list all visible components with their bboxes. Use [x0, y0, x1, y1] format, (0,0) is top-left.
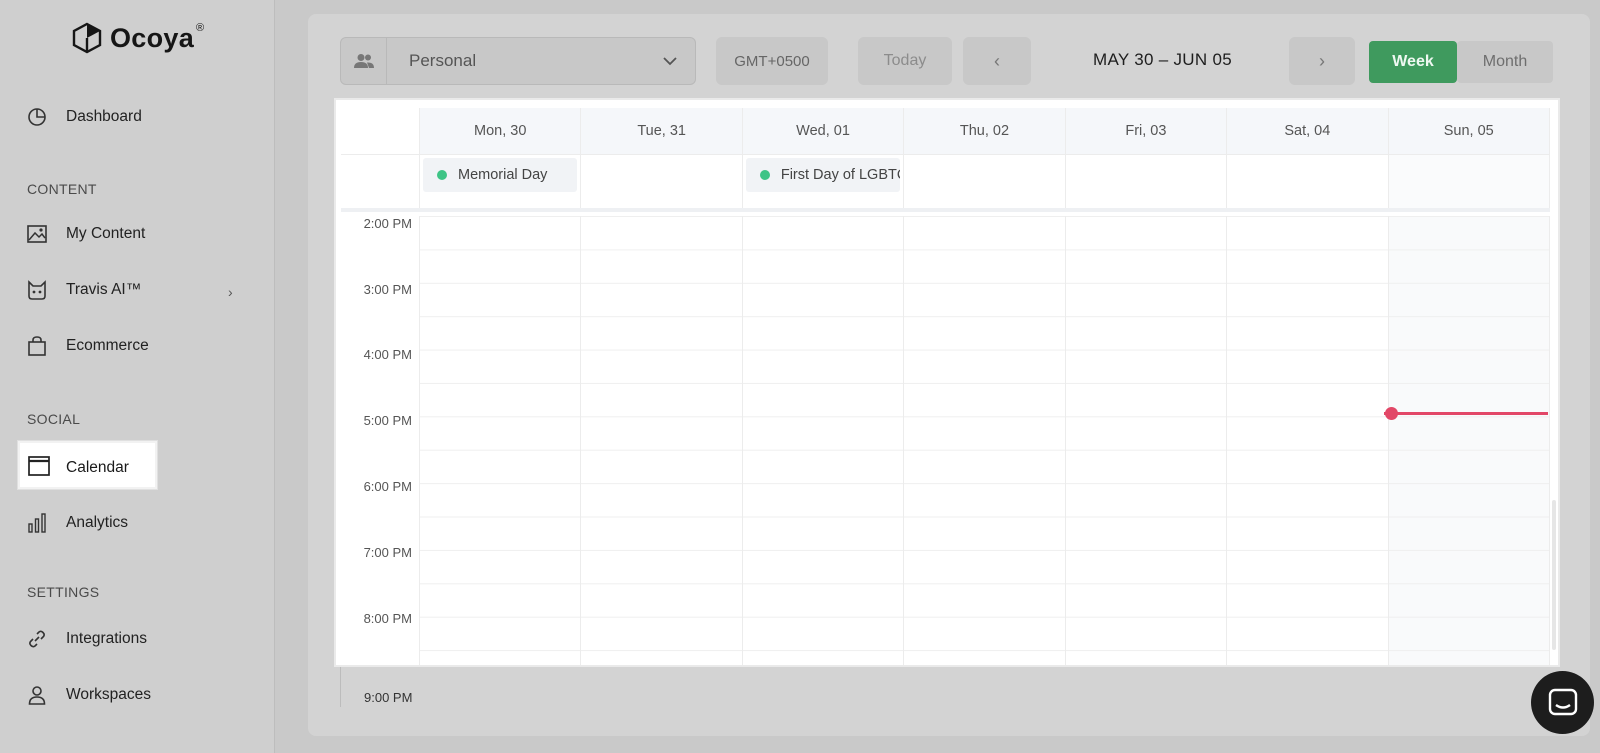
calendar-overflow: [340, 667, 1550, 707]
event-title: First Day of LGBTQ+: [780, 167, 900, 183]
image-icon: [26, 223, 48, 245]
chevron-right-icon[interactable]: ›: [228, 284, 233, 300]
day-header-row: Mon, 30 Tue, 31 Wed, 01 Thu, 02 Fri, 03 …: [341, 108, 1550, 155]
section-label-content: CONTENT: [27, 181, 97, 197]
section-label-social: SOCIAL: [27, 411, 81, 427]
sidebar-item-label: Integrations: [66, 630, 147, 647]
time-label: 9:00 PM: [364, 690, 413, 705]
event-dot: [759, 170, 770, 180]
date-range: MAY 30 – JUN 05: [1093, 50, 1232, 69]
team-button[interactable]: [340, 37, 387, 85]
today-button[interactable]: Today: [858, 37, 952, 85]
all-day-cell[interactable]: [1388, 155, 1550, 208]
all-day-cell[interactable]: Memorial Day: [420, 155, 582, 208]
ocoya-logo-icon: [72, 22, 102, 54]
day-column-tue[interactable]: [581, 216, 743, 665]
sidebar-item-ecommerce[interactable]: Ecommerce: [26, 335, 149, 357]
day-header-wed[interactable]: Wed, 01: [742, 108, 905, 154]
time-label: 2:00 PM: [363, 216, 412, 231]
sidebar-item-travis-ai[interactable]: Travis AI™: [26, 279, 141, 301]
time-column: 2:00 PM 3:00 PM 4:00 PM 5:00 PM 6:00 PM …: [341, 216, 420, 665]
event-memorial-day[interactable]: Memorial Day: [423, 158, 578, 192]
event-title: Memorial Day: [458, 167, 548, 183]
chat-icon: [1548, 688, 1577, 715]
sidebar-item-integrations[interactable]: Integrations: [26, 628, 147, 650]
day-header-tue[interactable]: Tue, 31: [581, 108, 743, 154]
sidebar-item-my-content[interactable]: My Content: [26, 223, 145, 245]
time-label: 8:00 PM: [363, 611, 412, 626]
time-label: 6:00 PM: [363, 479, 412, 494]
day-header-fri[interactable]: Fri, 03: [1065, 108, 1228, 154]
current-time-dot: [1385, 407, 1398, 420]
all-day-cell[interactable]: [1227, 155, 1389, 208]
current-time-line: [1384, 412, 1548, 415]
time-grid: 2:00 PM 3:00 PM 4:00 PM 5:00 PM 6:00 PM …: [341, 216, 1550, 665]
bar-chart-icon: [26, 512, 48, 534]
week-calendar: Mon, 30 Tue, 31 Wed, 01 Thu, 02 Fri, 03 …: [334, 98, 1560, 667]
day-column-sat[interactable]: [1227, 216, 1389, 665]
day-header-thu[interactable]: Thu, 02: [904, 108, 1066, 154]
shopping-bag-icon: [26, 335, 48, 357]
chevron-down-icon: [663, 56, 677, 65]
link-icon: [26, 628, 48, 650]
sidebar-item-workspaces[interactable]: Workspaces: [26, 684, 151, 706]
timezone-button[interactable]: GMT+0500: [716, 37, 828, 85]
brand-name: Ocoya: [110, 22, 195, 53]
month-view-button[interactable]: Month: [1457, 41, 1553, 83]
all-day-cell[interactable]: [904, 155, 1066, 208]
pie-chart-icon: [26, 106, 48, 128]
day-header-sun[interactable]: Sun, 05: [1388, 108, 1550, 154]
time-label: 4:00 PM: [363, 347, 412, 362]
sidebar-item-label: Workspaces: [66, 686, 151, 703]
chevron-left-icon: ‹: [994, 50, 1000, 71]
sidebar-item-analytics[interactable]: Analytics: [26, 512, 128, 534]
event-dot: [437, 170, 447, 180]
calendar-icon: [28, 455, 50, 481]
scrollbar[interactable]: [1552, 500, 1556, 650]
sidebar: Ocoya ® Dashboard CONTENT My Content Tra…: [0, 0, 275, 753]
all-day-row: Memorial Day First Day of LGBTQ+: [341, 155, 1550, 212]
day-column-sun[interactable]: [1388, 216, 1550, 665]
registered-mark: ®: [196, 22, 205, 34]
day-column-mon[interactable]: [420, 216, 582, 665]
sidebar-item-label: Dashboard: [66, 108, 142, 125]
next-week-button[interactable]: ›: [1289, 37, 1355, 85]
time-label: 7:00 PM: [363, 545, 412, 560]
event-lgbtq[interactable]: First Day of LGBTQ+: [745, 158, 901, 192]
sidebar-item-calendar[interactable]: Calendar: [18, 441, 157, 489]
day-header-sat[interactable]: Sat, 04: [1227, 108, 1389, 154]
sidebar-item-label: Travis AI™: [66, 281, 142, 298]
users-icon: [353, 54, 374, 68]
chat-launcher-button[interactable]: [1531, 671, 1594, 734]
sidebar-item-label: My Content: [66, 225, 146, 242]
time-label: 5:00 PM: [363, 413, 412, 428]
day-column-wed[interactable]: [742, 216, 905, 665]
week-view-button[interactable]: Week: [1369, 41, 1457, 83]
all-day-cell[interactable]: First Day of LGBTQ+: [743, 155, 905, 208]
day-header-mon[interactable]: Mon, 30: [420, 108, 582, 154]
time-label: 3:00 PM: [363, 282, 412, 297]
all-day-cell[interactable]: [1066, 155, 1228, 208]
chevron-right-icon: ›: [1319, 50, 1325, 71]
robot-icon: [26, 279, 48, 301]
sidebar-item-dashboard[interactable]: Dashboard: [26, 106, 142, 128]
logo[interactable]: Ocoya ®: [72, 22, 210, 54]
account-select-value: Personal: [409, 51, 477, 70]
sidebar-item-label: Analytics: [66, 514, 129, 531]
prev-week-button[interactable]: ‹: [963, 37, 1031, 85]
day-column-fri[interactable]: [1065, 216, 1228, 665]
sidebar-item-label: Ecommerce: [66, 337, 149, 354]
sidebar-item-label: Calendar: [66, 459, 129, 476]
user-icon: [26, 684, 48, 706]
section-label-settings: SETTINGS: [27, 584, 100, 600]
account-select[interactable]: Personal: [387, 37, 696, 85]
all-day-cell[interactable]: [581, 155, 743, 208]
day-column-thu[interactable]: [904, 216, 1066, 665]
